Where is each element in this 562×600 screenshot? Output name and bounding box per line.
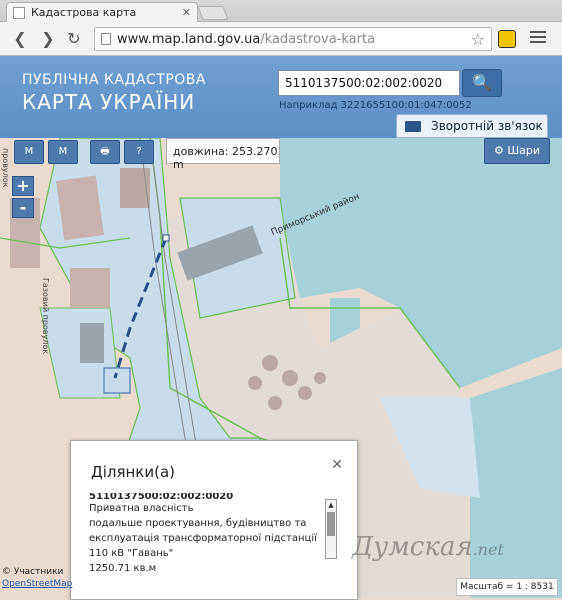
info-tool[interactable]: ?	[124, 140, 154, 164]
water-area-south	[470, 368, 562, 598]
cadastral-search-input[interactable]	[278, 70, 460, 96]
page-favicon-icon	[13, 6, 25, 19]
new-tab-button[interactable]	[197, 6, 229, 20]
popup-close-icon[interactable]: ✕	[331, 457, 343, 473]
tank	[248, 376, 262, 390]
map-scale: Масштаб = 1 : 8531	[456, 578, 558, 596]
street-label-2: провулок	[1, 148, 10, 188]
watermark-logo: Думская.net	[352, 532, 504, 562]
popup-area: 1250.71 кв.м	[89, 563, 157, 574]
tank	[268, 396, 282, 410]
building	[80, 323, 104, 363]
street-label: Газовий провулок	[41, 278, 50, 355]
back-icon[interactable]: ❮	[10, 29, 30, 49]
measurement-readout: довжина: 253.270 m	[166, 138, 280, 171]
tank	[282, 370, 298, 386]
parcel-info-popup: Ділянки(а) ✕ 5110137500:02:002:0020 Прив…	[70, 440, 358, 600]
extension-icon[interactable]	[498, 30, 516, 48]
browser-toolbar: ❮ ❯ ↻ www.map.land.gov.ua /kadastrova-ka…	[0, 22, 562, 56]
forward-icon[interactable]: ❯	[38, 29, 58, 49]
popup-title: Ділянки(а)	[91, 463, 176, 481]
feedback-button[interactable]: Зворотній зв'язок	[396, 114, 548, 138]
popup-body: 5110137500:02:002:0020 Приватна власніст…	[89, 493, 325, 597]
popup-cadastral-number: 5110137500:02:002:0020	[89, 493, 234, 501]
browser-menu-icon[interactable]	[530, 31, 546, 45]
print-tool[interactable]: 🖶	[90, 140, 120, 164]
page-icon	[101, 33, 111, 45]
browser-tab-bar: Кадастрова карта ✕	[0, 0, 562, 22]
scroll-up-icon[interactable]: ▲	[326, 500, 336, 510]
building	[120, 168, 150, 208]
map-toolbar: M M 🖶 ?	[14, 140, 154, 164]
feedback-label: Зворотній зв'язок	[431, 119, 543, 133]
popup-ownership: Приватна власність	[89, 503, 194, 514]
measure-area-tool[interactable]: M	[48, 140, 78, 164]
map-attribution: © Участники OpenStreetMap	[2, 566, 72, 590]
building	[70, 268, 110, 308]
tab-title: Кадастрова карта	[31, 6, 137, 19]
building	[56, 175, 104, 241]
tank	[314, 372, 326, 384]
popup-scrollbar[interactable]: ▲	[325, 499, 337, 559]
logo-top-text: ПУБЛІЧНА КАДАСТРОВА	[22, 72, 206, 88]
attribution-prefix: © Участники	[2, 567, 64, 577]
zoom-in-button[interactable]: +	[12, 176, 34, 196]
url-host: www.map.land.gov.ua	[117, 31, 261, 47]
browser-tab[interactable]: Кадастрова карта ✕	[6, 2, 198, 22]
map-canvas[interactable]: M M 🖶 ? довжина: 253.270 m ⚙ Шари + - Пр…	[0, 138, 562, 600]
bookmark-star-icon[interactable]: ☆	[471, 30, 485, 49]
url-path: /kadastrova-karta	[260, 31, 376, 47]
tank	[262, 355, 278, 371]
selected-parcel	[103, 367, 131, 394]
popup-purpose: подальше проектування, будівництво та ек…	[89, 518, 317, 559]
address-bar[interactable]: www.map.land.gov.ua /kadastrova-karta ☆	[94, 27, 492, 51]
mail-icon	[405, 120, 421, 132]
site-header: ПУБЛІЧНА КАДАСТРОВА КАРТА УКРАЇНИ 🔍 Напр…	[0, 56, 562, 138]
tab-close-icon[interactable]: ✕	[182, 6, 191, 19]
tank	[298, 386, 312, 400]
search-button[interactable]: 🔍	[462, 69, 502, 97]
scroll-thumb[interactable]	[327, 512, 335, 536]
search-hint: Наприклад 3221655100:01:047:0052	[279, 100, 472, 111]
zoom-out-button[interactable]: -	[12, 198, 34, 218]
logo-bottom-text: КАРТА УКРАЇНИ	[22, 90, 196, 114]
openstreetmap-link[interactable]: OpenStreetMap	[2, 578, 72, 590]
measure-distance-tool[interactable]: M	[14, 140, 44, 164]
layers-button[interactable]: ⚙ Шари	[484, 138, 550, 164]
reload-icon[interactable]: ↻	[64, 29, 84, 49]
measurement-vertex[interactable]	[162, 234, 170, 242]
